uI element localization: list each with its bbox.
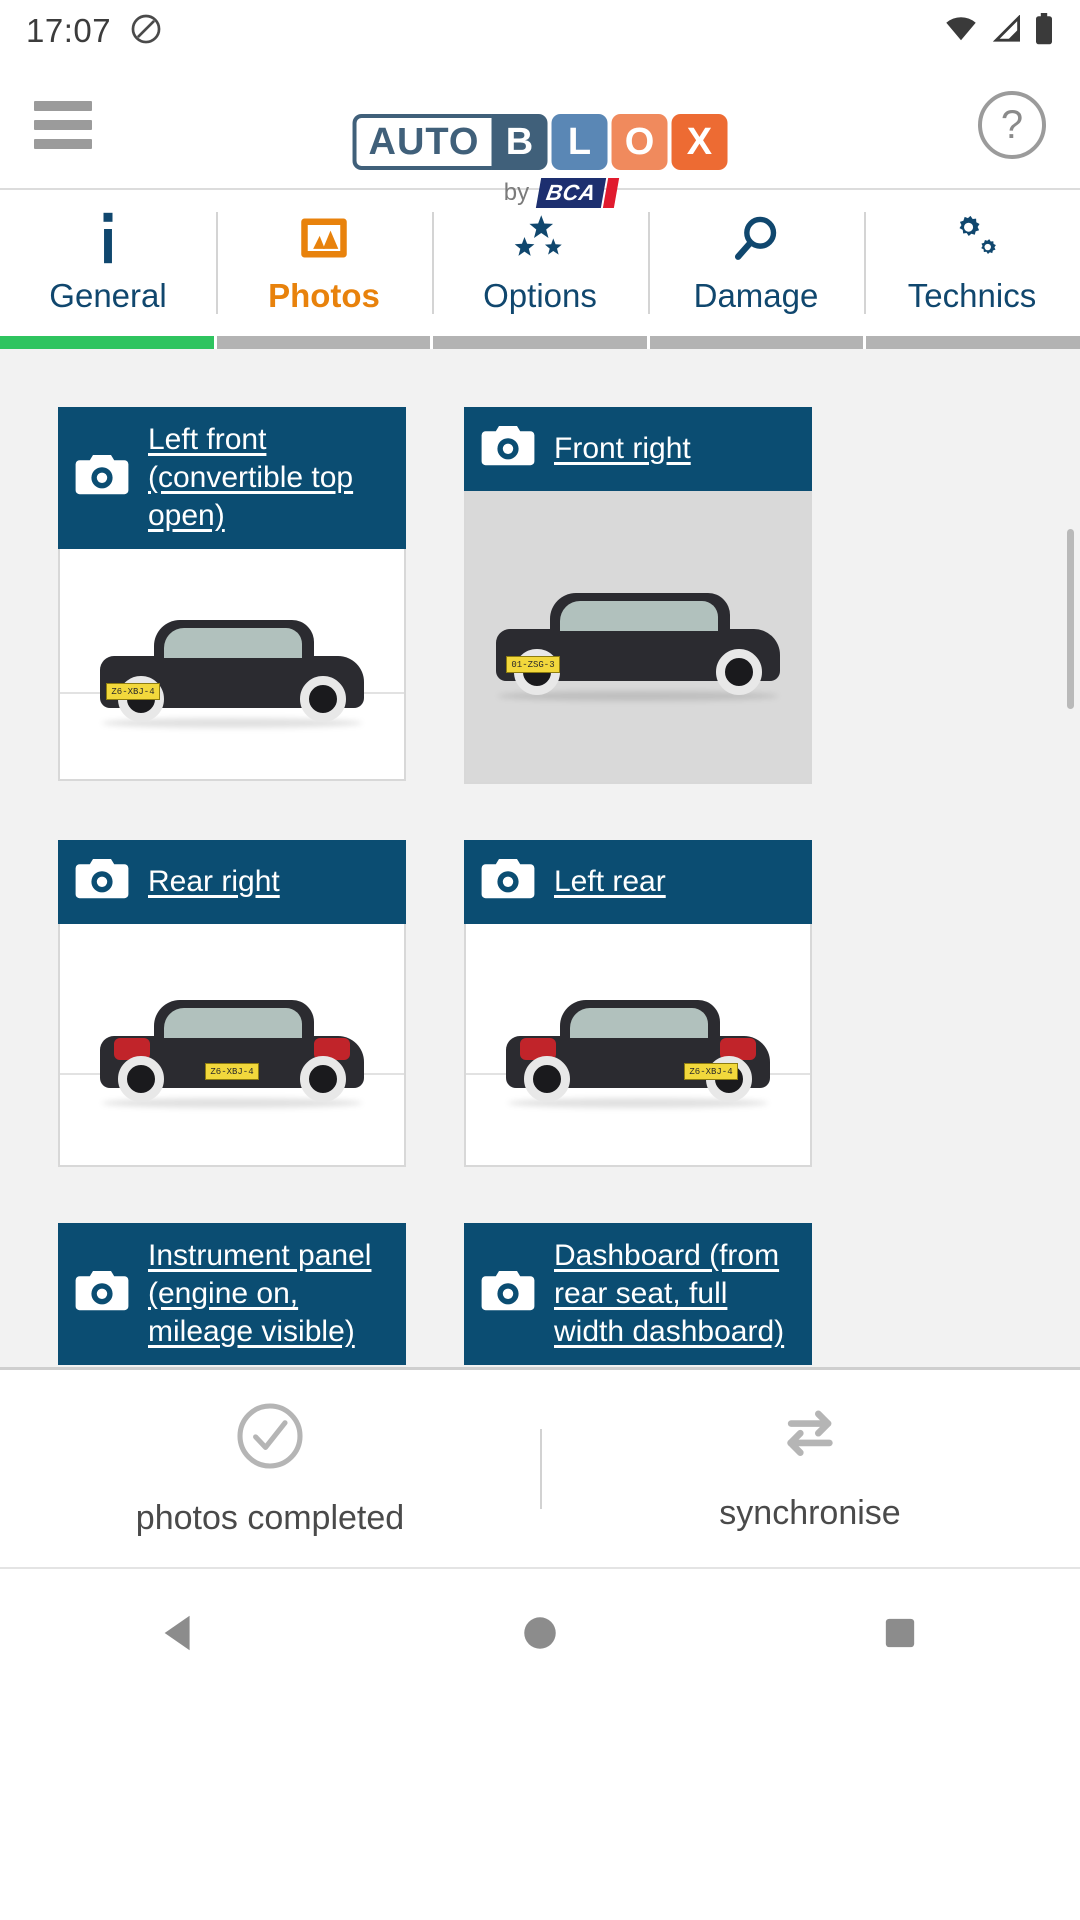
- info-icon: [97, 211, 119, 265]
- square-recents-icon: [885, 1618, 915, 1648]
- image-icon: [298, 211, 350, 265]
- photo-card-title[interactable]: Left rear: [554, 863, 666, 901]
- tab-general-label: General: [49, 277, 167, 314]
- tab-options-label: Options: [483, 277, 597, 314]
- photo-card[interactable]: Dashboard (from rear seat, full width da…: [464, 1223, 812, 1366]
- help-question-icon[interactable]: ?: [978, 91, 1046, 159]
- gears-icon: [944, 211, 1000, 265]
- photo-card[interactable]: Front right 01-ZSG-3: [464, 407, 812, 784]
- camera-icon: [480, 1269, 536, 1320]
- progress-segment-technics: [866, 336, 1080, 349]
- logo-tile-o: O: [611, 114, 668, 170]
- stars-icon: [511, 211, 569, 265]
- photo-card-title[interactable]: Dashboard (from rear seat, full width da…: [554, 1237, 796, 1351]
- photo-card-header[interactable]: Left rear: [464, 840, 812, 924]
- tab-technics-label: Technics: [907, 277, 1037, 314]
- search-icon: [731, 211, 781, 265]
- bottom-action-bar: photos completed synchronise: [0, 1367, 1080, 1567]
- photo-card[interactable]: Left front (convertible top open) Z6-XBJ…: [58, 407, 406, 784]
- progress-segment-damage: [649, 336, 864, 349]
- camera-icon: [74, 453, 130, 504]
- status-bar: 17:07: [0, 0, 1080, 62]
- help-icon-label: ?: [1000, 102, 1024, 147]
- app-header: AUTO B L O X by BCA ?: [0, 62, 1080, 208]
- photo-card[interactable]: Instrument panel (engine on, mileage vis…: [58, 1223, 406, 1366]
- check-circle-icon: [234, 1400, 306, 1477]
- hamburger-menu-icon[interactable]: [34, 101, 92, 149]
- photo-card-title[interactable]: Front right: [554, 430, 691, 468]
- camera-icon: [480, 857, 536, 908]
- photos-completed-label: photos completed: [135, 1498, 405, 1537]
- logo-tile-l: L: [551, 114, 608, 170]
- photo-card-thumbnail[interactable]: Z6-XBJ-4: [58, 549, 406, 782]
- license-plate: Z6-XBJ-4: [205, 1063, 259, 1081]
- synchronise-button[interactable]: synchronise: [540, 1405, 1080, 1533]
- photos-panel: Left front (convertible top open) Z6-XBJ…: [0, 349, 1080, 1367]
- logo-tile-x: X: [671, 114, 728, 170]
- photo-card[interactable]: Rear right Z6-XBJ-4: [58, 840, 406, 1167]
- triangle-back-icon: [164, 1615, 190, 1651]
- logo-auto-text: AUTO: [368, 120, 480, 163]
- photo-card-header[interactable]: Left front (convertible top open): [58, 407, 406, 550]
- photo-card[interactable]: Left rear Z6-XBJ-4: [464, 840, 812, 1167]
- progress-segment-photos: [216, 336, 431, 349]
- logo-auto-block: AUTO: [352, 114, 492, 170]
- vertical-scrollbar[interactable]: [1067, 529, 1074, 709]
- recents-button[interactable]: [840, 1573, 960, 1693]
- photo-card-title[interactable]: Instrument panel (engine on, mileage vis…: [148, 1237, 390, 1351]
- tab-progress-bar: [0, 336, 1080, 349]
- do-not-disturb-icon: [129, 12, 163, 51]
- photo-card-thumbnail[interactable]: 01-ZSG-3: [464, 491, 812, 784]
- photo-card-grid: Left front (convertible top open) Z6-XBJ…: [0, 407, 1080, 1367]
- photo-card-header[interactable]: Dashboard (from rear seat, full width da…: [464, 1223, 812, 1366]
- circle-home-icon: [524, 1617, 556, 1649]
- sync-arrows-icon: [774, 1405, 846, 1472]
- car-illustration: Z6-XBJ-4: [498, 984, 778, 1114]
- tab-bar: General Photos Options Damage Technics: [0, 190, 1080, 336]
- tab-photos[interactable]: Photos: [216, 190, 432, 336]
- home-button[interactable]: [480, 1573, 600, 1693]
- license-plate: Z6-XBJ-4: [684, 1063, 738, 1081]
- photo-card-header[interactable]: Front right: [464, 407, 812, 491]
- photo-card-header[interactable]: Instrument panel (engine on, mileage vis…: [58, 1223, 406, 1366]
- tab-general[interactable]: General: [0, 190, 216, 336]
- battery-icon: [1034, 12, 1054, 50]
- back-button[interactable]: [120, 1573, 240, 1693]
- photo-card-thumbnail[interactable]: Z6-XBJ-4: [58, 924, 406, 1167]
- android-navigation-bar: [0, 1567, 1080, 1697]
- photo-card-title[interactable]: Rear right: [148, 863, 280, 901]
- camera-icon: [480, 424, 536, 475]
- synchronise-label: synchronise: [719, 1493, 901, 1532]
- photo-card-thumbnail[interactable]: Z6-XBJ-4: [464, 924, 812, 1167]
- tab-technics[interactable]: Technics: [864, 190, 1080, 336]
- cellular-signal-icon: [990, 13, 1022, 48]
- logo-tile-b: B: [491, 114, 548, 170]
- license-plate: 01-ZSG-3: [506, 656, 560, 674]
- status-bar-clock: 17:07: [26, 12, 112, 49]
- car-illustration: Z6-XBJ-4: [92, 984, 372, 1114]
- wifi-icon: [944, 15, 978, 48]
- photo-card-title[interactable]: Left front (convertible top open): [148, 421, 390, 535]
- tab-damage-label: Damage: [693, 277, 819, 314]
- tab-damage[interactable]: Damage: [648, 190, 864, 336]
- progress-segment-options: [433, 336, 647, 349]
- license-plate: Z6-XBJ-4: [106, 682, 160, 700]
- camera-icon: [74, 1269, 130, 1320]
- photo-card-header[interactable]: Rear right: [58, 840, 406, 924]
- tab-options[interactable]: Options: [432, 190, 648, 336]
- car-illustration: 01-ZSG-3: [488, 577, 788, 707]
- photos-completed-button[interactable]: photos completed: [0, 1400, 540, 1538]
- camera-icon: [74, 857, 130, 908]
- car-illustration: Z6-XBJ-4: [92, 604, 372, 734]
- tab-photos-label: Photos: [268, 277, 380, 314]
- progress-segment-general: [0, 336, 214, 349]
